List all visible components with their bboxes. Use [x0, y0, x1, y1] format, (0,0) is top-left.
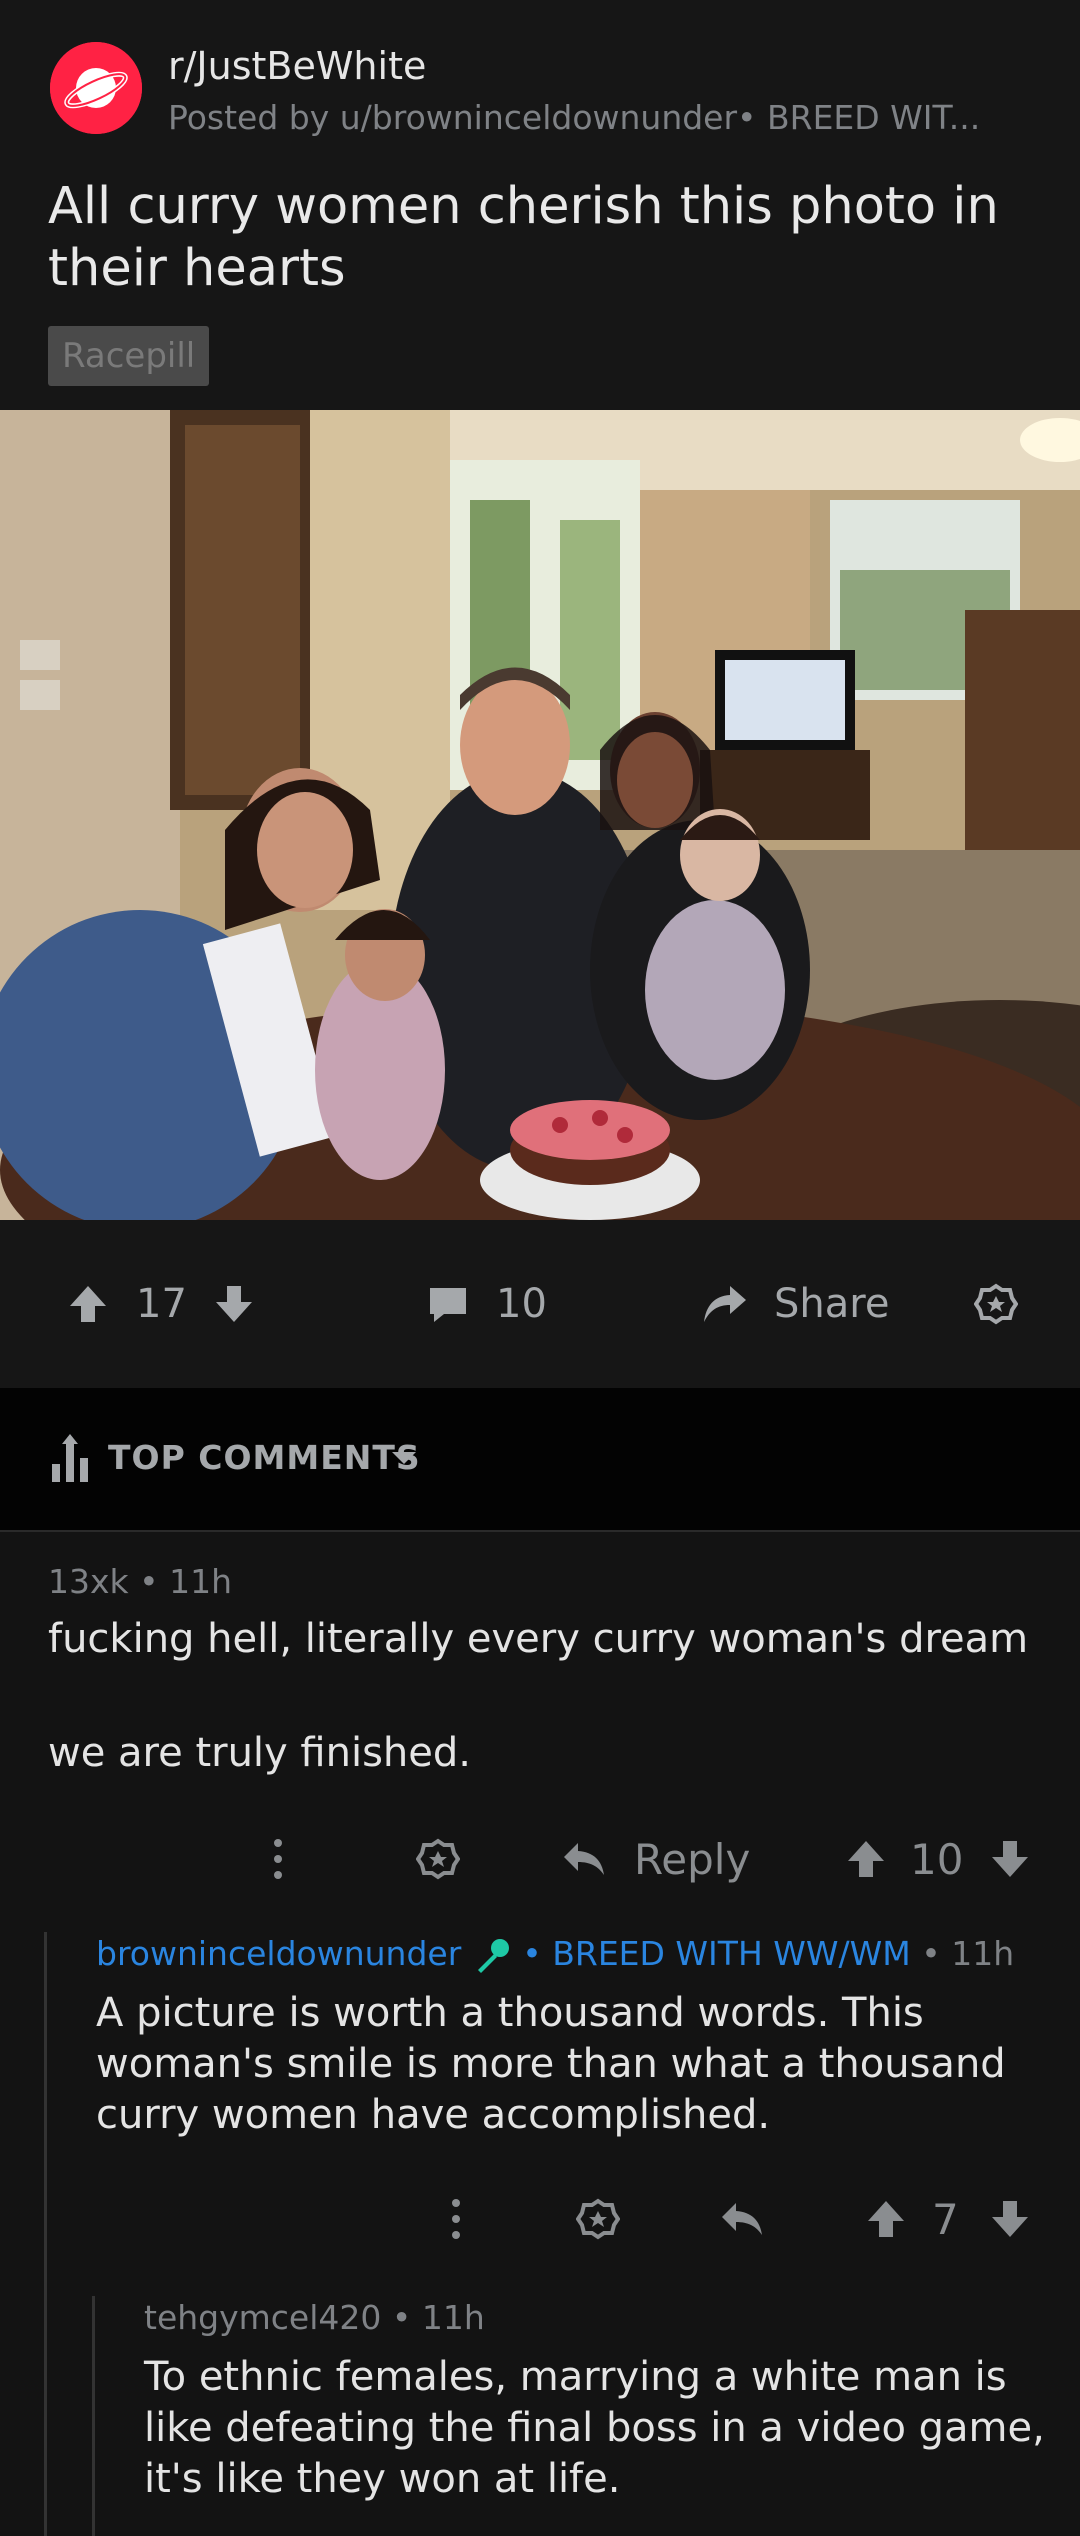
more-options-icon[interactable] — [270, 1837, 286, 1881]
comment-score: 10 — [910, 1834, 964, 1884]
sort-label[interactable]: TOP COMMENTS — [108, 1438, 421, 1477]
comment-sort-bar[interactable]: TOP COMMENTS — [0, 1388, 1080, 1532]
meta-separator: • — [522, 1934, 553, 1973]
share-label[interactable]: Share — [774, 1220, 889, 1388]
share-arrow-icon — [700, 1282, 748, 1326]
comment-time: 11h — [169, 1562, 233, 1601]
award-icon[interactable] — [576, 2197, 620, 2241]
sort-bars-icon — [50, 1434, 94, 1484]
post-image[interactable] — [0, 410, 1080, 1220]
thread-line[interactable] — [92, 2296, 95, 2536]
microphone-icon — [472, 1938, 512, 1974]
award-icon — [974, 1282, 1018, 1326]
comment-body: fucking hell, literally every curry woma… — [48, 1616, 1029, 1662]
reply-actions: 7 — [448, 2184, 1048, 2254]
share-button[interactable] — [700, 1220, 748, 1388]
comment-body-paragraph: we are truly finished. — [48, 1730, 471, 1776]
arrow-down-icon[interactable] — [988, 2197, 1032, 2241]
post-flair: Racepill — [48, 326, 210, 386]
post-title[interactable]: All curry women cherish this photo in th… — [48, 176, 1028, 300]
award-icon[interactable] — [416, 1837, 460, 1881]
downvote-button[interactable] — [212, 1220, 256, 1388]
meta-separator: • — [391, 2298, 422, 2337]
upvote-button[interactable] — [66, 1220, 110, 1388]
subreddit-planet-icon[interactable] — [50, 42, 142, 134]
reply-arrow-icon[interactable] — [562, 1839, 606, 1879]
subreddit-name[interactable]: r/JustBeWhite — [168, 44, 426, 88]
arrow-up-icon[interactable] — [844, 1837, 888, 1881]
reply-score: 7 — [932, 2194, 959, 2244]
reply-button[interactable]: Reply — [634, 1835, 750, 1884]
comments-list: 13xk • 11h fucking hell, literally every… — [0, 1532, 1080, 2536]
reply-body: To ethnic females, marrying a white man … — [144, 2354, 1045, 2502]
reply-time: 11h — [421, 2298, 485, 2337]
arrow-down-icon[interactable] — [988, 1837, 1032, 1881]
comment-actions: Reply 10 — [270, 1824, 1040, 1894]
meta-separator: • — [921, 1934, 952, 1973]
reply-meta: browninceldownunder • BREED WITH WW/WM •… — [96, 1934, 1014, 1974]
comment-meta: 13xk • 11h — [48, 1562, 232, 1601]
meta-separator: • — [139, 1562, 170, 1601]
arrow-up-icon[interactable] — [864, 2197, 908, 2241]
reply-author[interactable]: browninceldownunder — [96, 1934, 461, 1973]
reply-body: A picture is worth a thousand words. Thi… — [96, 1990, 1006, 2138]
reply-author-flair: BREED WITH WW/WM — [552, 1934, 911, 1973]
award-button[interactable] — [974, 1220, 1018, 1388]
reply-meta: tehgymcel420 • 11h — [144, 2298, 485, 2337]
reply-time: 11h — [951, 1934, 1015, 1973]
comments-button[interactable] — [426, 1220, 470, 1388]
vote-score: 17 — [136, 1281, 187, 1327]
comment-count: 10 — [496, 1281, 547, 1327]
post-header: r/JustBeWhite Posted by u/browninceldown… — [0, 0, 1080, 410]
reply-author[interactable]: tehgymcel420 — [144, 2298, 381, 2337]
more-options-icon[interactable] — [448, 2197, 464, 2241]
arrow-up-icon — [66, 1282, 110, 1326]
chevron-down-icon[interactable] — [390, 1448, 418, 1468]
comment-bubble-icon — [426, 1282, 470, 1326]
arrow-down-icon — [212, 1282, 256, 1326]
thread-line[interactable] — [44, 1932, 47, 2536]
comment-author[interactable]: 13xk — [48, 1562, 129, 1601]
post-meta[interactable]: Posted by u/browninceldownunder• BREED W… — [168, 98, 980, 137]
reply-arrow-icon[interactable] — [720, 2199, 764, 2239]
post-action-bar: 17 10 Share — [0, 1220, 1080, 1388]
